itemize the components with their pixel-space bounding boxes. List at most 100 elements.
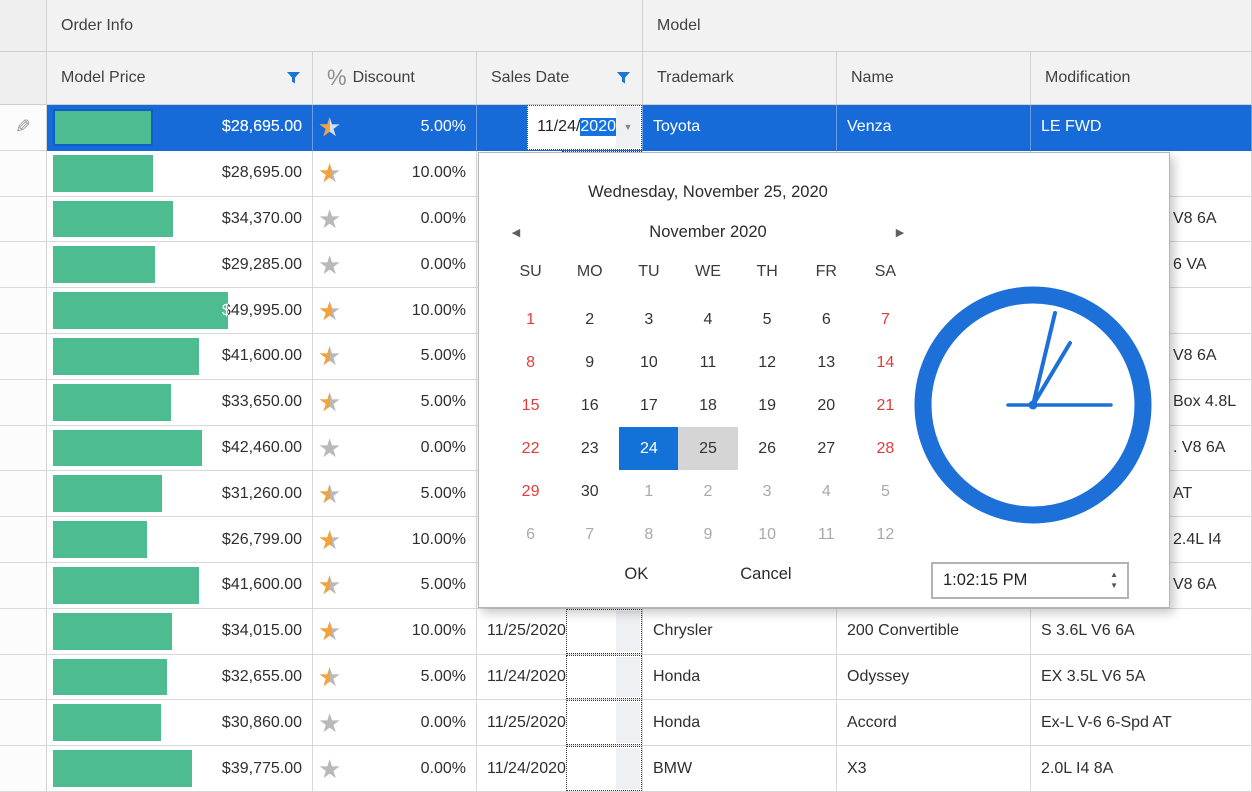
modification-cell[interactable]: LE FWD	[1031, 105, 1252, 151]
calendar-day[interactable]: 8	[501, 341, 560, 384]
column-header-name[interactable]: Name	[837, 52, 1031, 105]
calendar-day[interactable]: 9	[678, 513, 737, 556]
name-cell[interactable]: X3	[837, 746, 1031, 792]
calendar-day[interactable]: 9	[560, 341, 619, 384]
cancel-button[interactable]: Cancel	[740, 565, 791, 584]
model-price-cell[interactable]: $42,460.00 $42,460.00	[47, 426, 313, 472]
calendar-day[interactable]: 24	[619, 427, 678, 470]
trademark-cell[interactable]: Honda	[643, 700, 837, 746]
model-price-cell[interactable]: $28,695.00 $28,695.00	[47, 151, 313, 197]
discount-cell[interactable]: ★ ★ 10.00%	[313, 517, 477, 563]
time-editor[interactable]: 1:02:15 PM ▲ ▼	[931, 562, 1129, 599]
model-price-cell[interactable]: $49,995.00 $49,995.00	[47, 288, 313, 334]
star-rating-icon[interactable]: ★ ★	[318, 111, 345, 143]
calendar-day[interactable]: 8	[619, 513, 678, 556]
modification-cell[interactable]: EX 3.5L V6 5A	[1031, 655, 1252, 701]
star-rating-icon[interactable]: ★ ★	[318, 386, 345, 418]
model-price-cell[interactable]: $34,370.00 $34,370.00	[47, 197, 313, 243]
calendar-day[interactable]: 12	[738, 341, 797, 384]
calendar-day[interactable]: 4	[797, 470, 856, 513]
date-editor[interactable]	[566, 746, 642, 791]
modification-cell[interactable]: 2.0L I4 8A	[1031, 746, 1252, 792]
calendar-day[interactable]: 12	[856, 513, 915, 556]
discount-cell[interactable]: ★ ★ 10.00%	[313, 609, 477, 655]
discount-cell[interactable]: ★ ★ 0.00%	[313, 700, 477, 746]
ok-button[interactable]: OK	[624, 565, 648, 584]
calendar-day[interactable]: 26	[738, 427, 797, 470]
calendar-day[interactable]: 14	[856, 341, 915, 384]
calendar-day[interactable]: 7	[856, 298, 915, 341]
calendar-day[interactable]: 28	[856, 427, 915, 470]
star-rating-icon[interactable]: ★ ★	[318, 295, 345, 327]
discount-cell[interactable]: ★ ★ 0.00%	[313, 426, 477, 472]
discount-cell[interactable]: ★ ★ 5.00%	[313, 380, 477, 426]
model-price-cell[interactable]: $30,860.00 $30,860.00	[47, 700, 313, 746]
calendar-day[interactable]: 7	[560, 513, 619, 556]
spin-down-icon[interactable]: ▼	[1110, 582, 1118, 590]
model-price-cell[interactable]: $29,285.00 $29,285.00	[47, 242, 313, 288]
date-dropdown-button[interactable]	[616, 657, 640, 698]
calendar-day[interactable]: 20	[797, 384, 856, 427]
name-cell[interactable]: Accord	[837, 700, 1031, 746]
calendar-day[interactable]: 6	[797, 298, 856, 341]
spin-up-icon[interactable]: ▲	[1110, 571, 1118, 579]
sales-date-cell[interactable]: 11/25/2020	[477, 700, 643, 746]
sales-date-cell[interactable]: 11/25/2020	[477, 609, 643, 655]
discount-cell[interactable]: ★ ★ 5.00%	[313, 105, 477, 151]
trademark-cell[interactable]: Toyota	[643, 105, 837, 151]
filter-icon[interactable]	[617, 72, 630, 84]
star-rating-icon[interactable]: ★ ★	[318, 753, 345, 785]
trademark-cell[interactable]: Honda	[643, 655, 837, 701]
date-dropdown-button[interactable]	[616, 702, 640, 743]
model-price-cell[interactable]: $32,655.00 $32,655.00	[47, 655, 313, 701]
star-rating-icon[interactable]: ★ ★	[318, 524, 345, 556]
discount-cell[interactable]: ★ ★ 0.00%	[313, 197, 477, 243]
column-header-discount[interactable]: % Discount	[313, 52, 477, 105]
modification-cell[interactable]: Ex-L V-6 6-Spd AT	[1031, 700, 1252, 746]
discount-cell[interactable]: ★ ★ 10.00%	[313, 151, 477, 197]
star-rating-icon[interactable]: ★ ★	[318, 340, 345, 372]
filter-icon[interactable]	[287, 72, 300, 84]
calendar-day[interactable]: 3	[738, 470, 797, 513]
sales-date-cell[interactable]: 11/24/2020	[477, 746, 643, 792]
star-rating-icon[interactable]: ★ ★	[318, 661, 345, 693]
calendar-day[interactable]: 11	[797, 513, 856, 556]
calendar-day[interactable]: 1	[501, 298, 560, 341]
calendar-day[interactable]: 17	[619, 384, 678, 427]
calendar-day[interactable]: 5	[856, 470, 915, 513]
star-rating-icon[interactable]: ★ ★	[318, 569, 345, 601]
sales-date-cell[interactable]: 11/24/ 2020 ▼	[477, 105, 643, 151]
model-price-cell[interactable]: $39,775.00 $39,775.00	[47, 746, 313, 792]
column-header-modification[interactable]: Modification	[1031, 52, 1252, 105]
month-label[interactable]: November 2020	[531, 223, 885, 242]
next-month-icon[interactable]: ▶	[885, 226, 915, 239]
model-price-cell[interactable]: $41,600.00 $41,600.00	[47, 334, 313, 380]
star-rating-icon[interactable]: ★ ★	[318, 707, 345, 739]
trademark-cell[interactable]: BMW	[643, 746, 837, 792]
discount-cell[interactable]: ★ ★ 5.00%	[313, 471, 477, 517]
calendar-day[interactable]: 1	[619, 470, 678, 513]
discount-cell[interactable]: ★ ★ 5.00%	[313, 563, 477, 609]
date-editor[interactable]	[566, 609, 642, 654]
sales-date-cell[interactable]: 11/24/2020	[477, 655, 643, 701]
calendar-day[interactable]: 13	[797, 341, 856, 384]
date-dropdown-button[interactable]: ▼	[616, 107, 640, 148]
calendar-day[interactable]: 6	[501, 513, 560, 556]
column-header-trademark[interactable]: Trademark	[643, 52, 837, 105]
modification-cell[interactable]: S 3.6L V6 6A	[1031, 609, 1252, 655]
star-rating-icon[interactable]: ★ ★	[318, 615, 345, 647]
calendar-day[interactable]: 23	[560, 427, 619, 470]
model-price-cell[interactable]: $26,799.00 $26,799.00	[47, 517, 313, 563]
date-editor[interactable]	[566, 700, 642, 745]
column-header-sales-date[interactable]: Sales Date	[477, 52, 643, 105]
calendar-day[interactable]: 3	[619, 298, 678, 341]
name-cell[interactable]: 200 Convertible	[837, 609, 1031, 655]
date-editor[interactable]	[566, 655, 642, 700]
discount-cell[interactable]: ★ ★ 0.00%	[313, 242, 477, 288]
calendar-day[interactable]: 22	[501, 427, 560, 470]
calendar-day[interactable]: 30	[560, 470, 619, 513]
discount-cell[interactable]: ★ ★ 5.00%	[313, 334, 477, 380]
date-dropdown-button[interactable]	[616, 611, 640, 652]
trademark-cell[interactable]: Chrysler	[643, 609, 837, 655]
name-cell[interactable]: Venza	[837, 105, 1031, 151]
